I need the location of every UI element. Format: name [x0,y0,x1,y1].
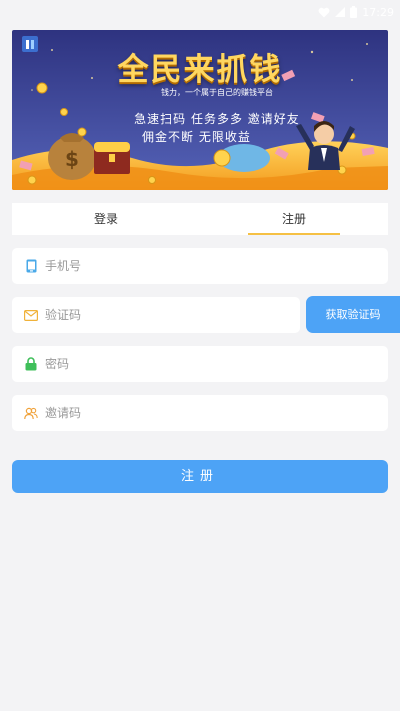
battery-icon [350,6,358,18]
status-icons: 17:29 [318,3,394,21]
code-input[interactable] [45,300,300,330]
password-input[interactable] [45,349,388,379]
phone-input[interactable] [45,251,388,281]
signal-icon [335,7,346,17]
banner-line-2: 佣金不断 无限收益 [142,130,251,144]
svg-text:$: $ [65,147,79,171]
register-button[interactable]: 注册 [12,460,388,493]
invite-input[interactable] [45,398,388,428]
tab-login[interactable]: 登录 [12,203,200,235]
people-icon [24,406,38,420]
banner-title: 全民来抓钱 [117,52,283,88]
promo-banner[interactable]: $ 全民来抓钱 钱力，一个属于自己的赚钱平台 急速扫码 任务多多 邀请好友 佣金… [12,30,388,190]
password-field[interactable] [12,346,388,382]
phone-field[interactable] [12,248,388,284]
phone-icon [24,259,38,273]
lock-icon [24,357,38,371]
get-code-button[interactable]: 获取验证码 [306,296,400,333]
banner-subtitle: 钱力，一个属于自己的赚钱平台 [161,88,273,97]
status-bar: 17:29 [0,0,400,24]
tab-register[interactable]: 注册 [200,203,388,235]
code-field[interactable] [12,297,300,333]
auth-tabs: 登录 注册 [12,203,388,235]
invite-field[interactable] [12,395,388,431]
heart-icon [318,7,330,17]
envelope-icon [24,308,38,322]
banner-line-1: 急速扫码 任务多多 邀请好友 [134,112,300,126]
status-time: 17:29 [362,5,394,19]
